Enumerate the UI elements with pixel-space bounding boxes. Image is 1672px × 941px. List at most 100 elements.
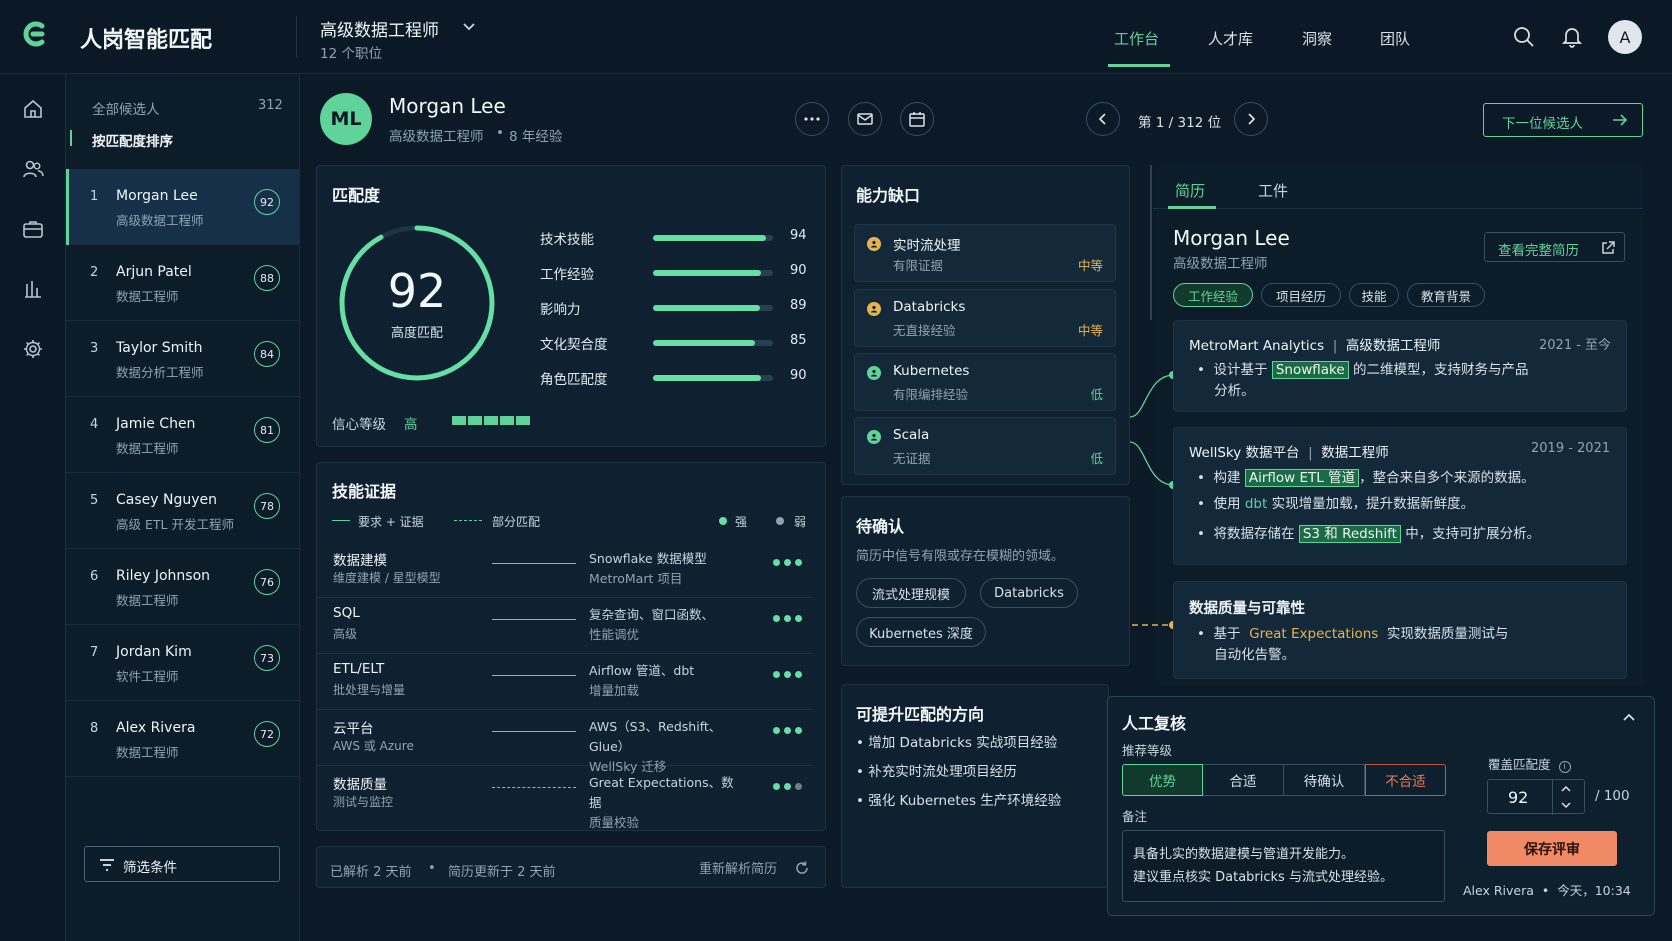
evidence-skill-sub: 测试与监控 [333,795,394,809]
stepper-up-icon[interactable] [1559,784,1573,794]
nav-item-team[interactable]: 团队 [1380,28,1410,49]
gap-item[interactable]: Databricks 无直接经验 中等 [854,289,1116,347]
stepper-down-icon[interactable] [1559,800,1573,810]
reparse-button[interactable]: 重新解析简历 [699,858,811,878]
candidate-item[interactable]: 4 Jamie Chen 数据工程师 81 [66,397,300,473]
users-icon[interactable] [22,158,44,180]
override-score-stepper[interactable]: 92 [1487,779,1585,815]
evidence-link-line [492,787,576,788]
pending-desc: 简历中信号有限或存在模糊的领域。 [856,549,1065,564]
more-button[interactable] [795,102,829,136]
candidate-role: 高级数据工程师 [389,129,484,145]
resume-filter-skills[interactable]: 技能 [1349,283,1399,307]
pending-chip[interactable]: Databricks [980,578,1078,608]
notes-textarea[interactable]: 具备扎实的数据建模与管道开发能力。 建议重点核实 Databricks 与流式处… [1122,830,1445,902]
override-label: 覆盖匹配度 [1488,757,1551,772]
home-icon[interactable] [22,98,44,120]
filter-button[interactable]: 筛选条件 [84,846,280,882]
gap-name: Scala [893,427,930,443]
all-candidates-label[interactable]: 全部候选人 [92,98,160,118]
candidate-item[interactable]: 2 Arjun Patel 数据工程师 88 [66,245,300,321]
nav-item-insights[interactable]: 洞察 [1302,28,1332,49]
briefcase-icon[interactable] [22,218,44,240]
candidate-score-badge: 88 [254,265,280,291]
strength-dot [784,727,791,734]
candidate-role: 高级数据工程师 [116,213,204,228]
candidate-rank: 8 [90,721,99,736]
override-score-value[interactable]: 92 [1508,788,1528,807]
resume-filter-work[interactable]: 工作经验 [1173,283,1253,307]
prev-candidate-button[interactable] [1086,102,1120,136]
bell-icon[interactable] [1562,26,1582,48]
chart-icon[interactable] [22,278,44,300]
level-option-fit[interactable]: 合适 [1203,764,1284,796]
improve-item: • 强化 Kubernetes 生产环境经验 [856,793,1062,809]
improve-item: • 补充实时流处理项目经历 [856,764,1017,780]
evidence-link-line [492,675,576,676]
pending-chip[interactable]: 流式处理规模 [856,578,966,608]
match-score-label: 高度匹配 [390,326,443,341]
job-selector[interactable]: 高级数据工程师 12 个职位 [320,14,490,62]
search-icon[interactable] [1513,26,1535,48]
save-review-button[interactable]: 保存评审 [1487,831,1617,866]
level-option-pending[interactable]: 待确认 [1284,764,1365,796]
resume-panel-divider [1150,165,1152,320]
candidate-score-badge: 73 [254,645,280,671]
nav-item-workbench[interactable]: 工作台 [1114,28,1159,49]
gap-item[interactable]: 实时流处理 有限证据 中等 [854,224,1116,282]
review-time: 今天，10:34 [1557,883,1631,898]
level-option-strong[interactable]: 优势 [1122,764,1203,796]
gap-item[interactable]: Kubernetes 有限编排经验 低 [854,353,1116,411]
strength-dot [795,559,802,566]
legend-strong-label: 强 [735,515,748,529]
nav-active-indicator [1108,64,1170,67]
match-bar-row: 工作经验 90 [540,263,820,283]
gear-icon[interactable] [22,338,44,360]
candidate-rank: 7 [90,645,99,660]
candidate-score-badge: 76 [254,569,280,595]
candidate-item[interactable]: 5 Casey Nguyen 高级 ETL 开发工程师 78 [66,473,300,549]
resume-filter-projects[interactable]: 项目经历 [1261,283,1341,307]
strength-dot [773,559,780,566]
candidate-name: Riley Johnson [116,568,211,584]
candidate-item[interactable]: 1 Morgan Lee 高级数据工程师 92 [66,169,300,245]
evidence-row: 云平台 AWS 或 Azure AWS（S3、Redshift、Glue） Wel… [316,709,812,774]
candidate-item[interactable]: 6 Riley Johnson 数据工程师 76 [66,549,300,625]
tab-resume[interactable]: 简历 [1175,180,1205,201]
evidence-link-line [492,731,576,732]
resume-updated-time: 简历更新于 2 天前 [448,865,556,880]
evidence-skill: SQL [333,605,360,621]
gap-level: 低 [1090,451,1103,466]
reparse-label: 重新解析简历 [699,862,778,877]
candidate-score-badge: 78 [254,493,280,519]
strength-dot [773,671,780,678]
email-button[interactable] [848,102,882,136]
schedule-button[interactable] [900,102,934,136]
legend-weak-label: 弱 [794,515,807,529]
match-bar-row: 影响力 89 [540,298,820,318]
avatar[interactable]: A [1608,20,1642,54]
pending-title: 待确认 [856,517,905,536]
next-page-button[interactable] [1234,102,1268,136]
strength-dot [795,615,802,622]
candidate-role: 数据工程师 [116,289,179,304]
resume-filter-education[interactable]: 教育背景 [1407,283,1485,307]
job-title: 数据工程师 [1321,445,1389,461]
pending-chip[interactable]: Kubernetes 深度 [856,617,986,647]
evidence-source: Snowflake 数据模型 [589,551,707,566]
gap-level-icon [867,366,881,380]
gap-item[interactable]: Scala 无证据 低 [854,417,1116,475]
candidate-item[interactable]: 8 Alex Rivera 数据工程师 72 [66,701,300,777]
tab-artifacts[interactable]: 工件 [1258,180,1288,201]
sort-label[interactable]: 按匹配度排序 [92,130,173,150]
candidate-name: Casey Nguyen [116,492,218,508]
candidate-item[interactable]: 7 Jordan Kim 软件工程师 73 [66,625,300,701]
next-candidate-button[interactable]: 下一位候选人 [1483,103,1643,137]
view-full-resume-button[interactable]: 查看完整简历 [1484,232,1625,262]
collapse-chevron-up-icon[interactable] [1622,712,1636,722]
candidate-item[interactable]: 3 Taylor Smith 数据分析工程师 84 [66,321,300,397]
level-option-unfit[interactable]: 不合适 [1365,764,1446,796]
candidate-role: 数据工程师 [116,593,179,608]
nav-item-talent[interactable]: 人才库 [1208,28,1253,49]
candidate-experience: 8 年经验 [509,129,563,145]
